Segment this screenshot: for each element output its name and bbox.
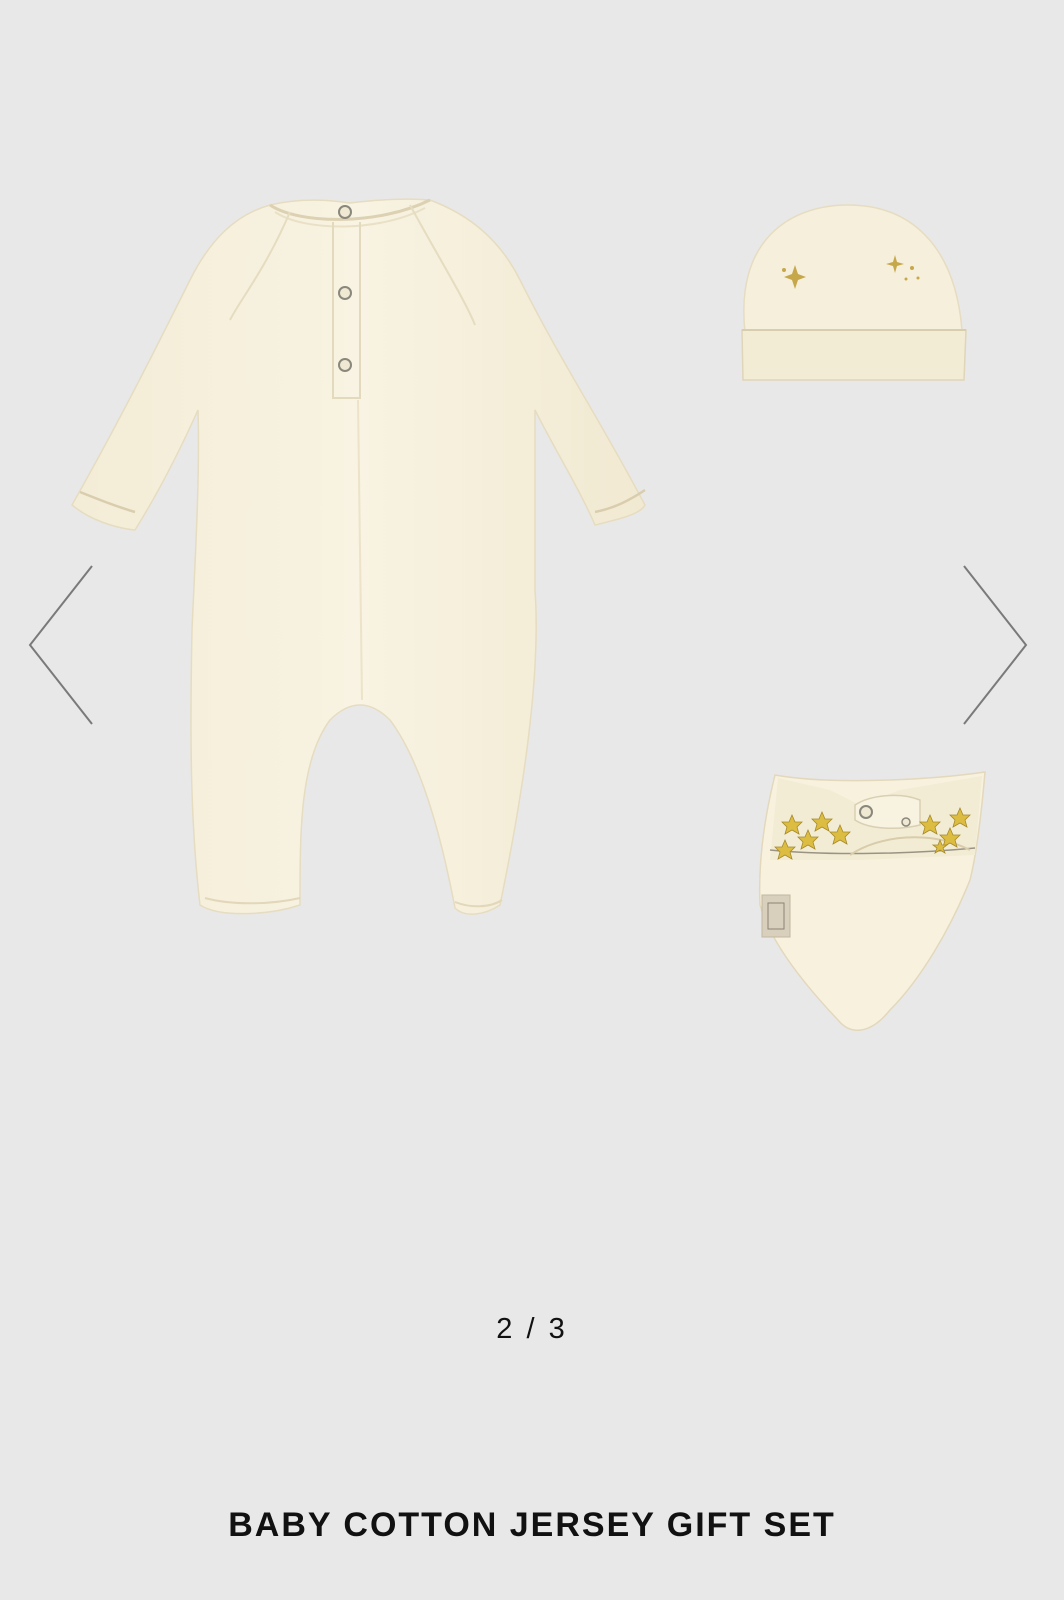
chevron-right-icon — [963, 565, 1028, 725]
current-page: 2 — [496, 1313, 516, 1345]
bib-illustration — [758, 771, 986, 1031]
hat-illustration — [741, 204, 967, 381]
chevron-left-icon — [28, 565, 93, 725]
onesie-illustration — [71, 198, 646, 915]
total-pages: 3 — [548, 1313, 568, 1345]
next-image-button[interactable] — [958, 560, 1038, 730]
image-gallery — [0, 0, 1064, 1250]
page-separator: / — [526, 1313, 538, 1345]
product-title: BABY COTTON JERSEY GIFT SET — [228, 1506, 836, 1544]
image-pagination: 2 / 3 — [0, 1313, 1064, 1346]
product-image — [71, 198, 986, 1031]
previous-image-button[interactable] — [18, 560, 98, 730]
